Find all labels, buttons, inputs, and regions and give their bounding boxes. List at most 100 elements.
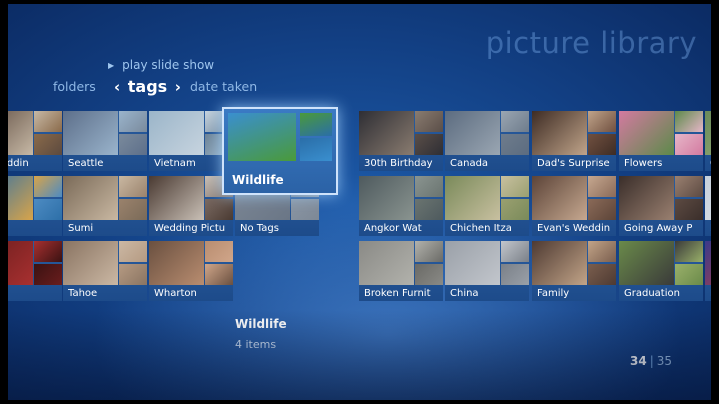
photo-thumb [149,241,204,285]
play-icon: ▶ [108,61,115,70]
photo-thumb [119,241,147,262]
tag-tile-label: K [710,288,711,299]
tag-tile-label: Wildlife [232,173,284,187]
tag-tile-label: Flowers [624,158,663,169]
photo-thumb [415,264,443,285]
tag-tile-label: s Weddin [8,158,29,169]
tag-tile[interactable]: Flowers [619,111,703,171]
tag-tile-focused[interactable]: Wildlife [222,107,338,195]
tag-tile[interactable]: Angkor Wat [359,176,443,236]
tag-tile-label: Wharton [154,288,197,299]
tag-tile-label: No Tags [240,223,279,234]
photo-thumb [63,176,118,220]
tag-tile-label: Wedding Pictu [154,223,226,234]
pivot-tags-label: tags [127,77,168,96]
tag-tile[interactable]: Evan's Weddin [532,176,616,236]
tag-tile[interactable]: Graduation [619,241,703,301]
tag-tile[interactable]: Chichen Itza [445,176,529,236]
photo-thumb [119,111,147,132]
photo-thumb [359,241,414,285]
tag-tile[interactable]: K [705,241,711,301]
tag-tile-label: Evan's Weddin [537,223,611,234]
photo-thumb [532,176,587,220]
tag-tile-label: Vietnam [154,158,196,169]
photo-thumb [8,176,33,220]
photo-thumb [501,111,529,132]
photo-thumb [532,241,587,285]
photo-thumb [34,199,62,220]
photo-thumb [501,264,529,285]
photo-thumb [205,241,233,262]
tag-tile[interactable]: China [445,241,529,301]
tag-tile[interactable]: 30th Birthday [359,111,443,171]
tag-tile-label: ery [8,288,60,299]
photo-thumb [300,113,332,136]
tag-tile-label: Graduation [624,288,680,299]
tag-tile-label: Seattle [68,158,104,169]
photo-thumb [63,241,118,285]
chevron-left-icon[interactable]: ‹ [114,78,120,96]
tag-tile[interactable]: Canada [445,111,529,171]
tag-tile[interactable]: s Weddin [8,111,62,171]
pivot-date-taken[interactable]: date taken [190,79,257,94]
tag-tile[interactable]: Vietnam [149,111,233,171]
media-center-stage: picture library ▶ play slide show folders… [8,4,711,400]
photo-thumb [415,111,443,132]
photo-thumb [415,134,443,155]
page-separator: | [649,354,654,368]
photo-thumb [415,241,443,262]
photo-thumb [675,111,703,132]
chevron-right-icon[interactable]: › [175,78,181,96]
photo-thumb [532,111,587,155]
tag-tile-label: Dad's Surprise [537,158,610,169]
tag-tile[interactable]: ery [8,241,62,301]
photo-thumb [501,134,529,155]
photo-thumb [675,199,703,220]
photo-thumb [445,111,500,155]
tag-tile[interactable]: Sumi [63,176,147,236]
tag-tile[interactable]: le [8,176,62,236]
tag-tile[interactable]: Dad's Surprise [532,111,616,171]
photo-thumb [205,199,233,220]
selected-tag-name: Wildlife [235,317,287,331]
photo-thumb [588,241,616,262]
photo-thumb [445,176,500,220]
photo-thumb [34,176,62,197]
tag-tile[interactable]: Going Away P [619,176,703,236]
photo-thumb [34,264,62,285]
photo-thumb [501,241,529,262]
photo-thumb [63,111,118,155]
photo-thumb [8,241,33,285]
tag-tile[interactable]: G [705,111,711,171]
tag-tile-label: 30th Birthday [364,158,433,169]
current-page: 34 [630,354,647,368]
photo-thumb [588,176,616,197]
photo-thumb [149,176,204,220]
tag-tile-label: Family [537,288,570,299]
pivot-tags[interactable]: ‹ tags › [112,77,183,96]
tag-tile[interactable]: Tahoe [63,241,147,301]
tag-tile[interactable]: H [705,176,711,236]
photo-thumb [619,241,674,285]
total-pages: 35 [656,354,673,368]
tag-tile-label: China [450,288,479,299]
photo-thumb [675,176,703,197]
photo-thumb [501,176,529,197]
tag-tile-label: Canada [450,158,489,169]
photo-thumb [675,241,703,262]
photo-thumb [359,111,414,155]
photo-thumb [588,111,616,132]
tag-tile[interactable]: Broken Furnit [359,241,443,301]
tag-tile[interactable]: Wedding Pictu [149,176,233,236]
photo-thumb [501,199,529,220]
tag-tile[interactable]: Family [532,241,616,301]
tag-tile[interactable]: Seattle [63,111,147,171]
selected-tag-count: 4 items [235,338,277,351]
photo-thumb [34,134,62,155]
play-slideshow-button[interactable]: ▶ play slide show [108,58,214,72]
pivot-folders[interactable]: folders [53,79,96,94]
photo-thumb [705,111,711,155]
tag-tile[interactable]: Wharton [149,241,233,301]
photo-thumb [588,134,616,155]
photo-thumb [149,111,204,155]
